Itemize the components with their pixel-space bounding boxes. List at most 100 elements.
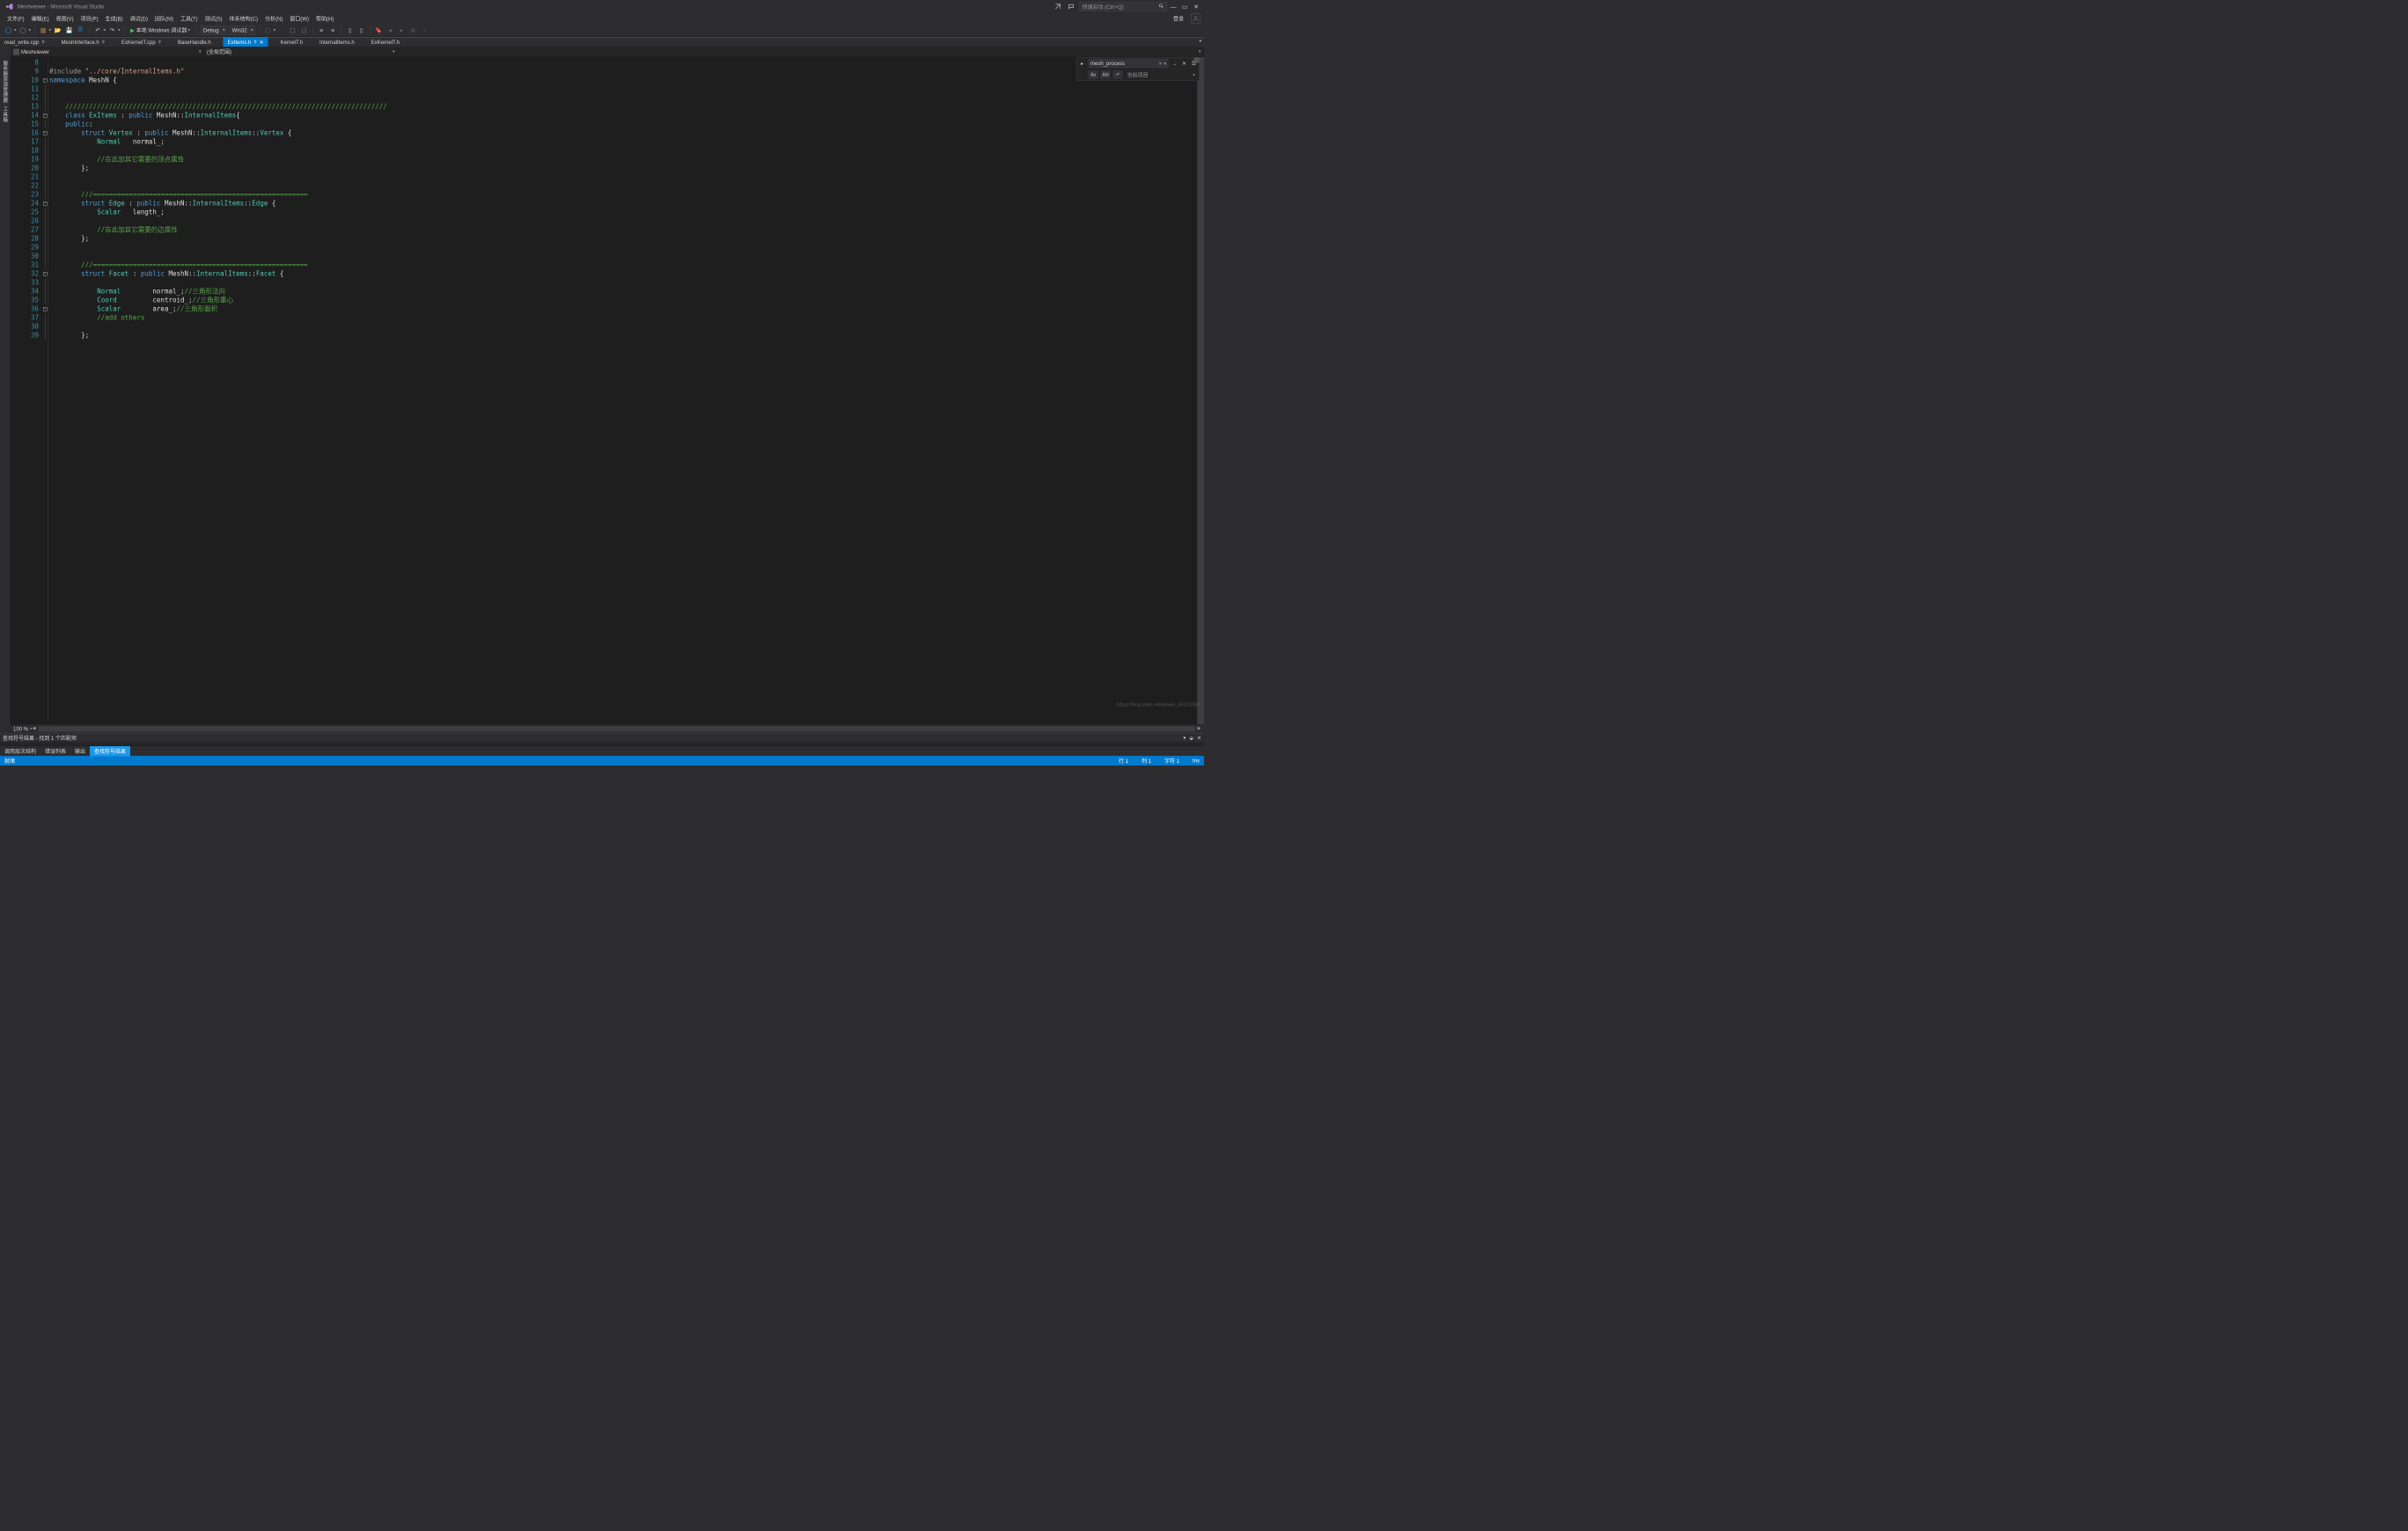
maximize-button[interactable]: ▭ [1182, 4, 1187, 10]
avatar-icon[interactable] [1191, 14, 1200, 24]
member-nav-combo[interactable] [398, 47, 1204, 57]
tab-label: ExKernelT.cpp [121, 39, 156, 45]
status-char: 字符 1 [1164, 757, 1179, 765]
tab-close-icon[interactable]: ✕ [260, 39, 264, 45]
pin-icon[interactable]: ⚲ [102, 40, 105, 45]
nav-forward-button[interactable]: ◯ [18, 26, 28, 35]
document-tab[interactable]: KernelT.h [276, 38, 307, 48]
panel-close-icon[interactable]: ✕ [1197, 735, 1201, 741]
toolbar-icon-3[interactable]: ⬚ [299, 26, 309, 35]
bookmark-prev-icon[interactable]: ◂ [385, 26, 395, 35]
save-icon[interactable]: 💾 [64, 26, 74, 35]
panel-dropdown-icon[interactable]: ▾ [1183, 735, 1186, 741]
pin-icon[interactable]: ⚲ [41, 40, 44, 45]
open-file-icon[interactable]: 📂 [53, 26, 62, 35]
start-debug-button[interactable]: ▶ 本地 Windows 调试器 ▾ [128, 26, 193, 35]
menu-item[interactable]: 项目(P) [77, 15, 102, 23]
document-tab[interactable]: ExKernelT.h [367, 38, 404, 48]
minimize-button[interactable]: — [1171, 4, 1176, 10]
zoom-value: 100 % [13, 726, 28, 732]
indent-more-icon[interactable]: ≡ [328, 26, 338, 35]
pin-icon[interactable]: ⚲ [253, 40, 256, 45]
fold-column[interactable]: −−−−−− [42, 57, 48, 724]
scope-nav-combo[interactable]: (全局范围) [204, 47, 398, 57]
horizontal-scrollbar[interactable] [38, 726, 1195, 732]
menu-item[interactable]: 文件(F) [4, 15, 28, 23]
nav-back-button[interactable]: ◯ [4, 26, 13, 35]
bookmark-clear-icon[interactable]: ⊘ [408, 26, 418, 35]
document-tab[interactable]: read_write.cpp⚲ [0, 38, 49, 48]
document-tab[interactable]: MeshInterface.h⚲ [57, 38, 109, 48]
vertical-scrollbar[interactable] [1197, 57, 1204, 724]
find-word-option[interactable]: Abl [1101, 71, 1111, 79]
code-editor[interactable]: 8910111213141516171819202122232425262728… [11, 57, 1204, 724]
line-gutter: 8910111213141516171819202122232425262728… [11, 57, 42, 724]
bookmark-icon[interactable]: 🔖 [374, 26, 384, 35]
find-scope-dropdown-icon[interactable]: ▾ [1191, 71, 1198, 78]
find-regex-option[interactable]: •* [1113, 71, 1123, 79]
find-input[interactable]: mesh_process ✕ ▾ [1089, 59, 1169, 68]
document-tab[interactable]: BaseHandle.h [173, 38, 216, 48]
code-area[interactable]: #include "../core/InternalItems.h"namesp… [48, 57, 1197, 724]
find-case-option[interactable]: Aa [1089, 71, 1098, 79]
save-all-icon[interactable]: 🗎 [76, 26, 85, 35]
tab-label: ExKernelT.h [371, 39, 400, 45]
watermark-text: https://blog.csdn.net/weixin_44210088 [1117, 702, 1200, 707]
project-icon [13, 48, 19, 55]
menu-item[interactable]: 体系结构(C) [226, 15, 261, 23]
menu-item[interactable]: 调试(D) [127, 15, 151, 23]
menu-item[interactable]: 生成(B) [102, 15, 127, 23]
zoom-combo[interactable]: 100 % ▾ [13, 726, 32, 732]
menu-item[interactable]: 分析(N) [261, 15, 286, 23]
toolbar-icon-1[interactable]: ⬚ [263, 26, 273, 35]
menu-item[interactable]: 团队(M) [151, 15, 177, 23]
quick-launch-input[interactable]: 快速启动 (Ctrl+Q) [1079, 2, 1167, 11]
search-icon [1159, 4, 1164, 11]
tab-label: InternalItems.h [319, 39, 355, 45]
notification-icon[interactable] [1054, 3, 1062, 11]
bookmark-next-icon[interactable]: ▸ [397, 26, 407, 35]
login-link[interactable]: 登录 [1170, 14, 1187, 24]
find-close-icon[interactable]: ✕ [1181, 60, 1188, 67]
statusbar: 就绪 行 1 列 1 字符 1 Ins [0, 756, 1204, 766]
panel-tab[interactable]: 错误列表 [40, 746, 70, 757]
indent-less-icon[interactable]: ≡ [317, 26, 327, 35]
panel-tab[interactable]: 输出 [70, 746, 90, 757]
redo-icon[interactable]: ↷ [107, 26, 117, 35]
panel-pin-icon[interactable]: ⬙ [1189, 735, 1193, 741]
config-combo[interactable]: Debug [200, 26, 227, 35]
find-expand-handle[interactable] [1194, 58, 1200, 63]
menu-item[interactable]: 工具(T) [177, 15, 202, 23]
panel-tab[interactable]: 查找符号结果 [90, 746, 130, 757]
panel-tab[interactable]: 调用层次结构 [0, 746, 40, 757]
menu-item[interactable]: 视图(V) [53, 15, 77, 23]
left-sidebar: 服务器资源管理器工具箱 [0, 57, 11, 733]
platform-combo[interactable]: Win32 [229, 26, 255, 35]
new-project-icon[interactable]: ▥ [39, 26, 48, 35]
document-tab[interactable]: InternalItems.h [315, 38, 359, 48]
find-scope-combo[interactable]: 当前项目 [1126, 71, 1188, 79]
menu-item[interactable]: 帮助(H) [312, 15, 337, 23]
find-next-icon[interactable]: → [1171, 60, 1178, 67]
document-tab[interactable]: ExItems.h⚲✕ [224, 38, 268, 48]
config-value: Debug [203, 27, 219, 33]
find-clear-icon[interactable]: ✕ ▾ [1158, 61, 1166, 67]
menu-item[interactable]: 测试(S) [202, 15, 226, 23]
document-tab[interactable]: ExKernelT.cpp⚲ [117, 38, 165, 48]
find-expand-icon[interactable]: ▸ [1079, 60, 1086, 67]
project-nav-combo[interactable]: Meshviewer [11, 47, 204, 57]
toolbar-icon-2[interactable]: ⬚ [288, 26, 297, 35]
bookmark-last-icon[interactable]: ▫ [420, 26, 429, 35]
play-icon: ▶ [130, 27, 135, 33]
uncomment-icon[interactable]: ▯ [356, 26, 366, 35]
side-tab[interactable]: 工具箱 [1, 105, 10, 124]
undo-icon[interactable]: ↶ [93, 26, 103, 35]
menu-item[interactable]: 编辑(E) [28, 15, 53, 23]
platform-value: Win32 [232, 27, 247, 33]
feedback-icon[interactable] [1067, 3, 1076, 11]
pin-icon[interactable]: ⚲ [158, 40, 161, 45]
close-button[interactable]: ✕ [1193, 4, 1199, 10]
side-tab[interactable]: 服务器资源管理器 [1, 59, 10, 105]
comment-icon[interactable]: ▯ [345, 26, 355, 35]
menu-item[interactable]: 窗口(W) [286, 15, 312, 23]
